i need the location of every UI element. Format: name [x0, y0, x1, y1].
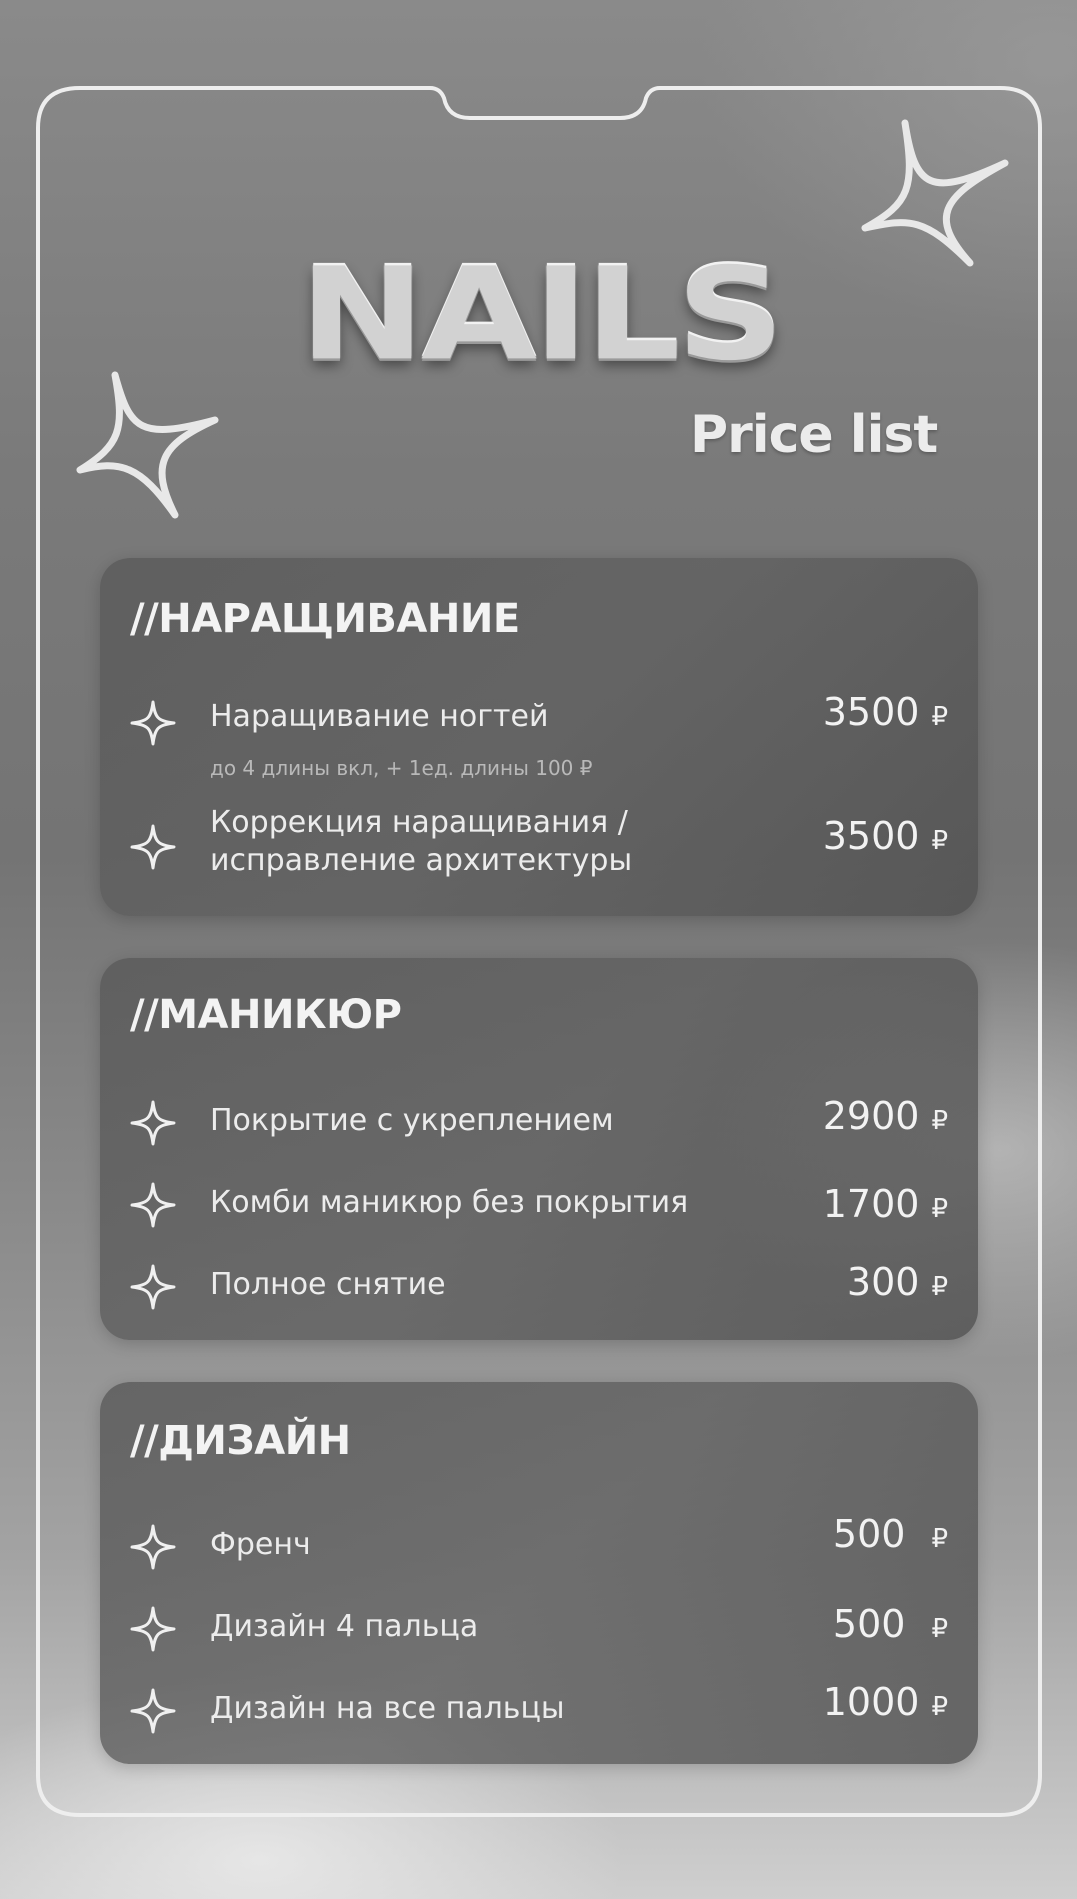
section-title: //МАНИКЮР	[130, 992, 402, 1038]
service-price: 3500 ₽	[823, 690, 948, 734]
price-value: 500	[832, 1512, 906, 1556]
price-value: 300	[846, 1260, 920, 1304]
service-price: 2900 ₽	[823, 1094, 948, 1138]
price-value: 1000	[822, 1680, 920, 1724]
service-name: Комби маникюр без покрытия	[210, 1185, 689, 1220]
service-name-line1: Коррекция наращивания /	[210, 805, 628, 840]
sparkle-star-icon	[130, 1100, 176, 1146]
price-value: 3500	[822, 690, 920, 734]
service-name: Дизайн на все пальцы	[210, 1691, 565, 1726]
service-name: Наращивание ногтей	[210, 699, 549, 734]
service-note: до 4 длины вкл, + 1ед. длины 100 ₽	[210, 756, 593, 780]
currency-symbol: ₽	[931, 1272, 948, 1302]
price-value: 500	[832, 1602, 906, 1646]
currency-symbol: ₽	[931, 1614, 948, 1644]
service-name-line2: исправление архитектуры	[210, 843, 633, 878]
service-name: Покрытие с укреплением	[210, 1103, 614, 1138]
currency-symbol: ₽	[931, 1692, 948, 1722]
currency-symbol: ₽	[931, 702, 948, 732]
currency-symbol: ₽	[931, 1194, 948, 1224]
price-value: 1700	[822, 1182, 920, 1226]
sparkle-star-icon	[130, 1606, 176, 1652]
service-price: 500 ₽	[833, 1512, 948, 1556]
sparkle-star-icon	[130, 1688, 176, 1734]
title-block: NAILS	[150, 225, 930, 405]
sparkle-star-icon	[130, 1524, 176, 1570]
section-title: //НАРАЩИВАНИЕ	[130, 596, 520, 642]
service-price: 3500 ₽	[823, 814, 948, 858]
section-card-design: //ДИЗАЙН Френч 500 ₽ Дизайн 4 пальца 500 ₽…	[100, 1382, 978, 1764]
section-title: //ДИЗАЙН	[130, 1418, 351, 1464]
price-value: 2900	[822, 1094, 920, 1138]
price-list-subtitle: Price list	[690, 405, 938, 465]
sparkle-star-icon	[130, 824, 176, 870]
currency-symbol: ₽	[931, 1524, 948, 1554]
section-card-extension: //НАРАЩИВАНИЕ Наращивание ногтей 3500 ₽ д…	[100, 558, 978, 916]
nails-logo-title: NAILS	[299, 241, 784, 389]
price-value: 3500	[822, 814, 920, 858]
service-price: 1000 ₽	[823, 1680, 948, 1724]
service-price: 300 ₽	[847, 1260, 948, 1304]
service-name: Френч	[210, 1527, 311, 1562]
sparkle-star-icon	[130, 700, 176, 746]
sparkle-star-icon	[130, 1182, 176, 1228]
currency-symbol: ₽	[931, 1106, 948, 1136]
currency-symbol: ₽	[931, 826, 948, 856]
service-name: Полное снятие	[210, 1267, 446, 1302]
service-name: Дизайн 4 пальца	[210, 1609, 479, 1644]
service-price: 500 ₽	[833, 1602, 948, 1646]
service-price: 1700 ₽	[823, 1182, 948, 1226]
sparkle-star-icon	[130, 1264, 176, 1310]
section-card-manicure: //МАНИКЮР Покрытие с укреплением 2900 ₽ К…	[100, 958, 978, 1340]
